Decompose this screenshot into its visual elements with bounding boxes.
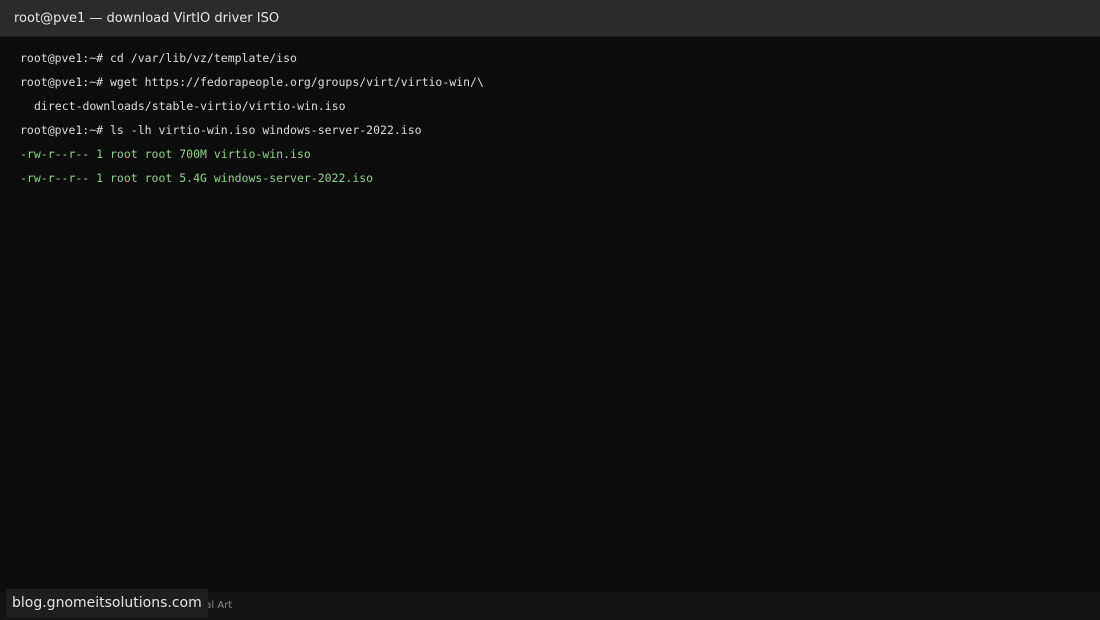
terminal-output[interactable]: root@pve1:~# cd /var/lib/vz/template/iso… xyxy=(20,48,1080,192)
terminal-window: root@pve1 — download VirtIO driver ISO r… xyxy=(0,0,1100,620)
terminal-line-ls: root@pve1:~# ls -lh virtio-win.iso windo… xyxy=(20,123,422,137)
title-bar: root@pve1 — download VirtIO driver ISO xyxy=(0,0,1100,37)
terminal-line-wget: root@pve1:~# wget https://fedorapeople.o… xyxy=(20,75,484,89)
window-title: root@pve1 — download VirtIO driver ISO xyxy=(14,11,280,26)
terminal-output-windows-iso: -rw-r--r-- 1 root root 5.4G windows-serv… xyxy=(20,171,374,185)
terminal-line-cd: root@pve1:~# cd /var/lib/vz/template/iso xyxy=(20,51,297,65)
terminal-line-wget-continuation: direct-downloads/stable-virtio/virtio-wi… xyxy=(34,99,346,113)
watermark: blog.gnomeitsolutions.com xyxy=(6,589,208,617)
terminal-output-virtio: -rw-r--r-- 1 root root 700M virtio-win.i… xyxy=(20,147,311,161)
